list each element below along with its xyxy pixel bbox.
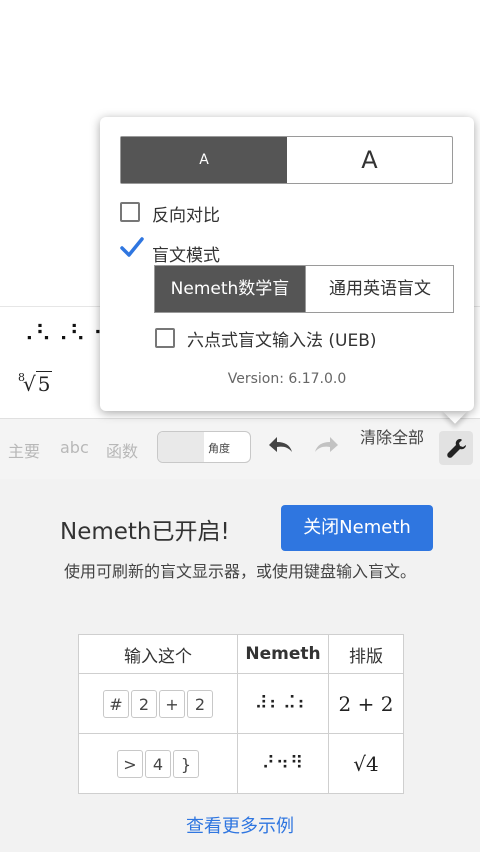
input-keys: >4} — [78, 733, 238, 794]
font-size-large-button[interactable]: A — [287, 137, 452, 183]
redo-icon[interactable] — [312, 432, 342, 465]
close-nemeth-button[interactable]: 关闭Nemeth — [281, 505, 433, 551]
angle-toggle-label: 角度 — [208, 442, 230, 455]
table-row: >4} ⠜⠲⠻ √4 — [78, 733, 404, 794]
tab-main[interactable]: 主要 — [8, 438, 40, 462]
undo-icon[interactable] — [265, 432, 295, 465]
reverse-contrast-label: 反向对比 — [152, 206, 220, 226]
nemeth-braille: ⠜⠲⠻ — [237, 733, 329, 794]
nemeth-braille: ⠼⠆⠬⠆ — [237, 673, 329, 734]
key-greater: > — [117, 749, 143, 778]
examples-table: 输入这个 Nemeth 排版 #2 +2 ⠼⠆⠬⠆ 2 + 2 >4} ⠜⠲⠻ √… — [78, 634, 404, 794]
braille-code-segmented-control: Nemeth数学盲 通用英语盲文 — [154, 265, 454, 313]
header-nemeth: Nemeth — [237, 634, 329, 674]
font-size-segmented-control: A A — [120, 136, 453, 184]
typeset-cell: 2 + 2 — [328, 673, 404, 734]
root-radicand: 5 — [35, 371, 53, 396]
ueb-code-button[interactable]: 通用英语盲文 — [305, 266, 454, 312]
key-brace: } — [173, 749, 199, 778]
clear-all-button[interactable]: 清除全部 — [356, 426, 428, 450]
nemeth-code-button[interactable]: Nemeth数学盲 — [155, 266, 305, 312]
key-hash: # — [103, 689, 129, 718]
table-row: #2 +2 ⠼⠆⠬⠆ 2 + 2 — [78, 673, 404, 734]
six-dot-input-label: 六点式盲文输入法 (UEB) — [187, 331, 377, 351]
reverse-contrast-checkbox[interactable] — [120, 202, 140, 222]
nemeth-title: Nemeth已开启! — [60, 519, 230, 545]
font-size-small-button[interactable]: A — [121, 137, 287, 183]
six-dot-input-checkbox[interactable] — [155, 328, 175, 348]
root-index: 8 — [18, 371, 25, 385]
header-input: 输入这个 — [78, 634, 238, 674]
nemeth-description: 使用可刷新的盲文显示器，或使用键盘输入盲文。 — [63, 562, 416, 581]
angle-toggle-knob — [158, 432, 204, 462]
key-2: 2 — [131, 689, 157, 718]
typeset-cell: √4 — [328, 733, 404, 794]
wrench-icon[interactable] — [439, 431, 473, 465]
tab-functions[interactable]: 函数 — [106, 438, 138, 462]
tab-abc[interactable]: abc — [60, 438, 89, 457]
key-plus: + — [159, 689, 185, 718]
key-4: 4 — [145, 749, 171, 778]
braille-mode-checkbox[interactable] — [120, 236, 144, 262]
more-examples-link[interactable]: 查看更多示例 — [0, 812, 480, 838]
table-header-row: 输入这个 Nemeth 排版 — [78, 634, 404, 674]
version-text: Version: 6.17.0.0 — [227, 371, 347, 387]
typeset-expression[interactable]: 8√ 5 — [18, 371, 53, 396]
angle-toggle[interactable]: 角度 — [157, 431, 251, 463]
header-typeset: 排版 — [328, 634, 404, 674]
input-keys: #2 +2 — [78, 673, 238, 734]
braille-mode-label: 盲文模式 — [152, 246, 220, 266]
key-2: 2 — [187, 689, 213, 718]
